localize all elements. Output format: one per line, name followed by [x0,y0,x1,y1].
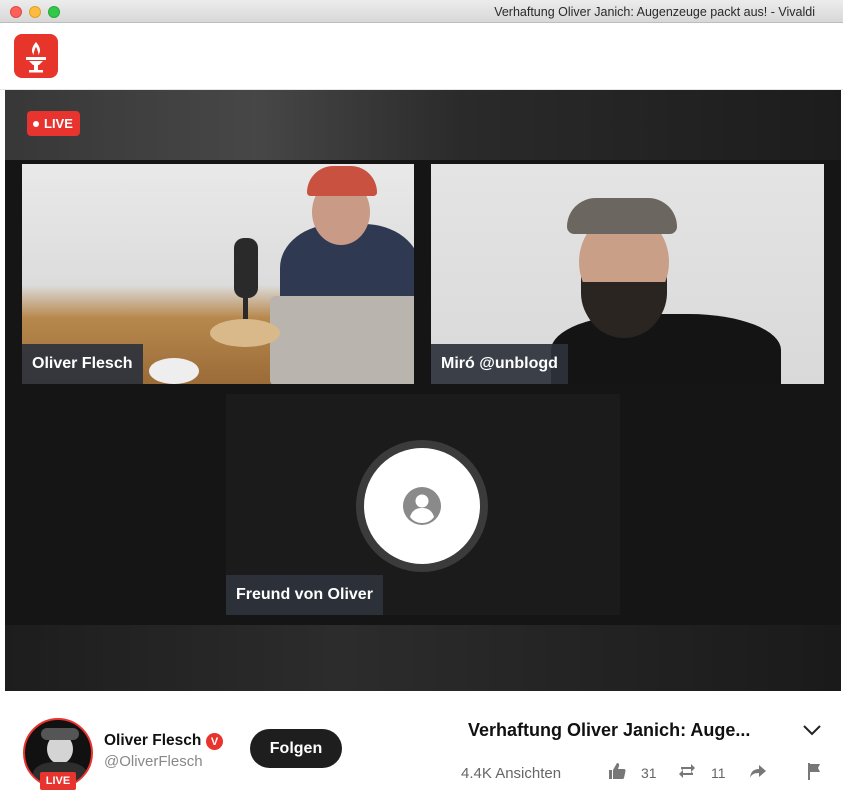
site-header [0,23,843,90]
video-player[interactable]: LIVE Oliver Flesch Miró @unblogd Freund … [5,90,841,691]
person-cap [307,166,377,196]
video-background-top [5,90,841,160]
participant-name-tag: Freund von Oliver [226,575,383,615]
live-dot-icon [33,120,39,127]
participant-tile-3: Freund von Oliver [226,394,620,615]
channel-handle[interactable]: @OliverFlesch [104,753,203,770]
channel-live-badge: LIVE [40,772,76,790]
thumbs-up-icon[interactable] [607,761,627,781]
user-placeholder-icon [403,487,441,525]
verified-badge-icon: V [206,733,223,750]
video-title: Verhaftung Oliver Janich: Auge... [468,720,751,740]
video-background-bottom [5,625,841,691]
participant-avatar-inner [364,448,480,564]
title-bar: Verhaftung Oliver Janich: Augenzeuge pac… [0,0,843,23]
repost-count: 11 [711,765,726,781]
microphone-shape [234,238,258,298]
laptop-shape [270,296,414,384]
participant-name-tag: Oliver Flesch [22,344,143,384]
chevron-down-icon[interactable] [802,720,822,740]
share-icon[interactable] [748,761,768,781]
person-body [551,314,781,384]
participant-name: Miró @unblogd [441,355,558,372]
follow-button[interactable]: Folgen [250,729,342,768]
ashtray-shape [149,358,199,384]
flag-icon[interactable] [804,761,824,781]
like-count: 31 [641,765,657,781]
zoom-window-button[interactable] [48,6,60,18]
live-badge: LIVE [27,111,80,136]
participant-tile-2: Miró @unblogd [431,164,824,384]
participant-name-tag: Miró @unblogd [431,344,568,384]
participant-avatar [356,440,488,572]
bread-shape [210,319,280,347]
person-cap [567,198,677,234]
participant-tile-1: Oliver Flesch [22,164,414,384]
live-badge-label: LIVE [44,116,73,131]
participant-name: Freund von Oliver [236,586,373,603]
window-title: Verhaftung Oliver Janich: Augenzeuge pac… [494,5,815,19]
minimize-window-button[interactable] [29,6,41,18]
browser-window: Verhaftung Oliver Janich: Augenzeuge pac… [0,0,843,803]
repost-icon[interactable] [677,761,697,781]
video-info-panel: LIVE Oliver Flesch V @OliverFlesch Folge… [0,691,843,803]
channel-name[interactable]: Oliver Flesch [104,732,201,750]
participant-name: Oliver Flesch [32,355,133,372]
site-logo[interactable] [14,34,58,78]
view-count: 4.4K Ansichten [461,765,562,782]
close-window-button[interactable] [10,6,22,18]
avatar-hat [41,728,79,740]
torch-logo-icon [26,42,46,73]
